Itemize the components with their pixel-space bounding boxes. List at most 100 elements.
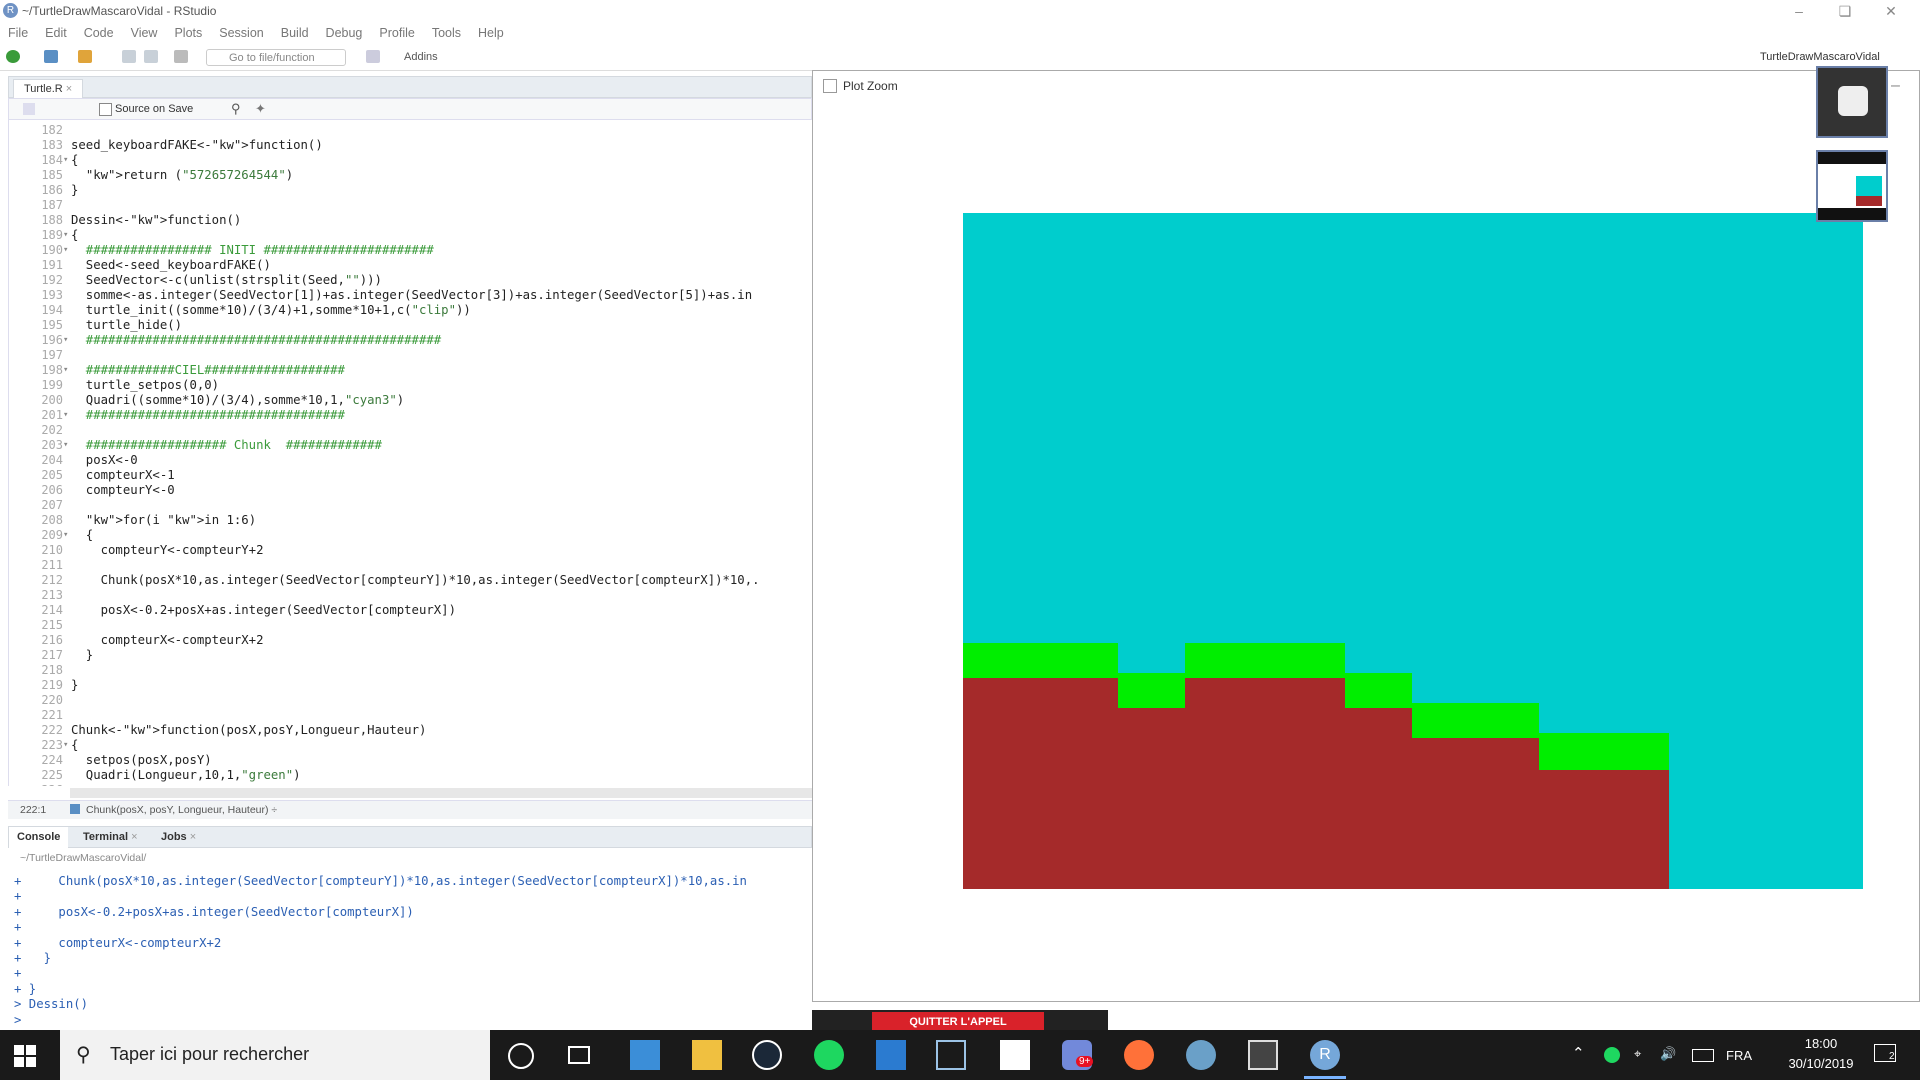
fold-icon[interactable]: ▾ [63, 153, 68, 168]
virtualbox-icon[interactable] [936, 1040, 966, 1070]
menu-plots[interactable]: Plots [174, 26, 202, 40]
code-line[interactable]: 204 posX<-0 [9, 453, 813, 468]
tab-jobs[interactable]: Jobs × [153, 827, 204, 848]
console-panel[interactable]: ~/TurtleDrawMascaroVidal/ + Chunk(posX*1… [8, 848, 812, 1030]
code-line[interactable]: 223 ▾{ [9, 738, 813, 753]
code-line[interactable]: 184 ▾{ [9, 153, 813, 168]
code-line[interactable]: 212 Chunk(posX*10,as.integer(SeedVector[… [9, 573, 813, 588]
code-editor[interactable]: 182 183 seed_keyboardFAKE<-"kw">function()… [8, 120, 813, 786]
python-icon[interactable] [876, 1040, 906, 1070]
language-indicator[interactable]: FRA [1726, 1048, 1752, 1063]
back-icon[interactable] [23, 103, 35, 115]
menu-edit[interactable]: Edit [45, 26, 67, 40]
code-line[interactable]: 210 compteurY<-compteurY+2 [9, 543, 813, 558]
rstudio-taskbar-icon[interactable]: R [1310, 1040, 1340, 1070]
new-project-icon[interactable] [44, 50, 58, 63]
code-line[interactable]: 225 Quadri(Longueur,10,1,"green") [9, 768, 813, 783]
windows-start-button[interactable] [14, 1045, 36, 1067]
tab-console[interactable]: Console [9, 827, 69, 848]
code-line[interactable]: 203 ▾ ################### Chunk #########… [9, 438, 813, 453]
code-line[interactable]: 202 [9, 423, 813, 438]
code-line[interactable]: 224 setpos(posX,posY) [9, 753, 813, 768]
save-all-icon[interactable] [144, 50, 158, 63]
go-to-file-input[interactable]: Go to file/function [206, 49, 346, 66]
fold-icon[interactable]: ▾ [63, 528, 68, 543]
menu-debug[interactable]: Debug [326, 26, 363, 40]
taskbar-search-box[interactable]: ⚲ Taper ici pour rechercher [60, 1030, 490, 1080]
menu-help[interactable]: Help [478, 26, 504, 40]
file-explorer-icon[interactable] [692, 1040, 722, 1070]
video-thumbnail-screen[interactable] [1816, 150, 1888, 222]
code-line[interactable]: 185 "kw">return ("572657264544") [9, 168, 813, 183]
code-line[interactable]: 217 } [9, 648, 813, 663]
clock-date[interactable]: 30/10/2019 [1776, 1056, 1866, 1071]
code-line[interactable]: 213 [9, 588, 813, 603]
fold-icon[interactable]: ▾ [63, 243, 68, 258]
code-line[interactable]: 206 compteurY<-0 [9, 483, 813, 498]
code-line[interactable]: 186} [9, 183, 813, 198]
wifi-icon[interactable]: ⌖ [1634, 1046, 1641, 1062]
code-line[interactable]: 194 turtle_init((somme*10)/(3/4)+1,somme… [9, 303, 813, 318]
save-icon[interactable] [122, 50, 136, 63]
function-navigator[interactable]: Chunk(posX, posY, Longueur, Hauteur) ÷ [86, 804, 277, 816]
cortana-icon[interactable] [508, 1043, 534, 1069]
new-file-icon[interactable] [6, 50, 20, 63]
code-line[interactable]: 216 compteurX<-compteurX+2 [9, 633, 813, 648]
discord-icon[interactable]: 9+ [1062, 1040, 1094, 1070]
calculator-icon[interactable] [1248, 1040, 1278, 1070]
source-on-save-checkbox[interactable] [99, 103, 112, 116]
fold-icon[interactable]: ▾ [63, 363, 68, 378]
code-line[interactable]: 222 Chunk<-"kw">function(posX,posY,Longue… [9, 723, 813, 738]
menu-profile[interactable]: Profile [379, 26, 414, 40]
code-line[interactable]: 200 Quadri((somme*10)/(3/4),somme*10,1,"… [9, 393, 813, 408]
code-line[interactable]: 209 ▾ { [9, 528, 813, 543]
battery-icon[interactable] [1692, 1049, 1714, 1062]
menu-tools[interactable]: Tools [432, 26, 461, 40]
fold-icon[interactable]: ▾ [63, 738, 68, 753]
code-line[interactable]: 191 Seed<-seed_keyboardFAKE() [9, 258, 813, 273]
code-line[interactable]: 211 [9, 558, 813, 573]
code-line[interactable]: 205 compteurX<-1 [9, 468, 813, 483]
fold-icon[interactable]: ▾ [63, 228, 68, 243]
print-icon[interactable] [174, 50, 188, 63]
code-line[interactable]: 196 ▾ ###################################… [9, 333, 813, 348]
notification-icon[interactable]: 2 [1874, 1044, 1896, 1062]
fold-icon[interactable]: ▾ [63, 333, 68, 348]
code-line[interactable]: 214 posX<-0.2+posX+as.integer(SeedVector… [9, 603, 813, 618]
grid-layout-icon[interactable] [366, 50, 380, 63]
code-line[interactable]: 220 [9, 693, 813, 708]
horizontal-scrollbar[interactable] [70, 788, 812, 798]
menu-code[interactable]: Code [84, 26, 114, 40]
code-line[interactable]: 219} [9, 678, 813, 693]
code-line[interactable]: 195 turtle_hide() [9, 318, 813, 333]
code-line[interactable]: 218 [9, 663, 813, 678]
code-line[interactable]: 221 [9, 708, 813, 723]
fold-icon[interactable]: ▾ [63, 408, 68, 423]
code-line[interactable]: 182 [9, 123, 813, 138]
leave-call-button[interactable]: QUITTER L'APPEL [872, 1012, 1044, 1030]
restore-button[interactable]: ❏ [1822, 0, 1868, 22]
code-line[interactable]: 197 [9, 348, 813, 363]
menu-file[interactable]: File [8, 26, 28, 40]
code-line[interactable]: 207 [9, 498, 813, 513]
tab-terminal[interactable]: Terminal × [75, 827, 146, 848]
paint-icon[interactable] [1186, 1040, 1216, 1070]
code-line[interactable]: 189 ▾{ [9, 228, 813, 243]
plot-minimize-button[interactable]: – [1891, 77, 1900, 95]
code-line[interactable]: 201 ▾ ################################### [9, 408, 813, 423]
menu-build[interactable]: Build [281, 26, 309, 40]
video-thumbnail-camera[interactable] [1816, 66, 1888, 138]
clock-time[interactable]: 18:00 [1786, 1036, 1856, 1051]
close-button[interactable]: ✕ [1868, 0, 1914, 22]
code-line[interactable]: 198 ▾ ############CIEL################### [9, 363, 813, 378]
tab-turtle-r[interactable]: Turtle.R × [13, 79, 84, 99]
spotify-tray-icon[interactable] [1604, 1047, 1620, 1063]
code-line[interactable]: 183 seed_keyboardFAKE<-"kw">function() [9, 138, 813, 153]
outlook-icon[interactable] [630, 1040, 660, 1070]
menu-view[interactable]: View [131, 26, 158, 40]
addins-menu[interactable]: Addins [404, 51, 438, 63]
code-line[interactable]: 208 "kw">for(i "kw">in 1:6) [9, 513, 813, 528]
project-menu[interactable]: TurtleDrawMascaroVidal [1760, 51, 1880, 63]
code-line[interactable]: 199 turtle_setpos(0,0) [9, 378, 813, 393]
menu-session[interactable]: Session [219, 26, 263, 40]
